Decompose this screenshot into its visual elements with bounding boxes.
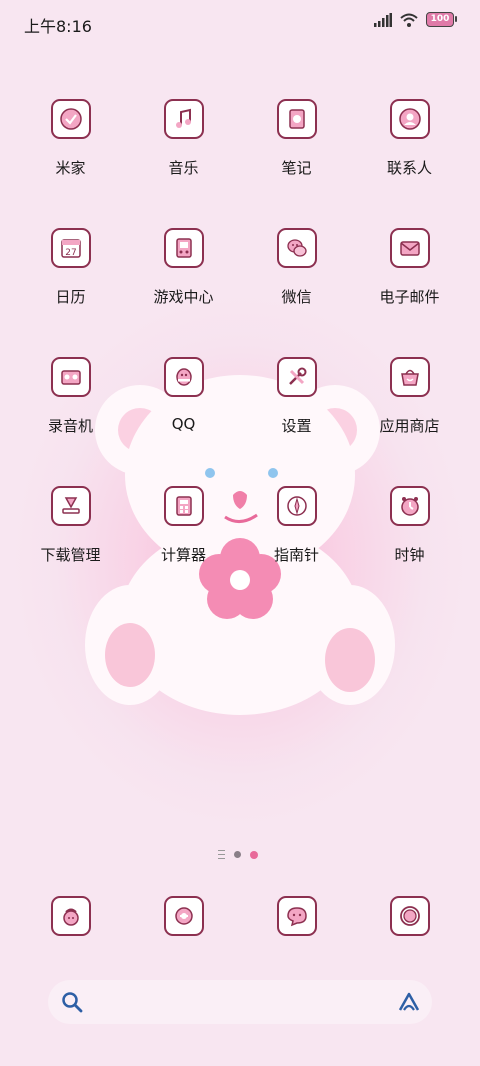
- app-label: 指南针: [273, 546, 319, 564]
- search-bar[interactable]: [48, 980, 432, 1024]
- app-row: 27 日历 游戏中心 微信 电子邮件: [0, 225, 480, 354]
- page-dot-current: [250, 850, 258, 859]
- drawer-indicator-icon: [218, 850, 225, 859]
- phone-icon[interactable]: [50, 896, 91, 936]
- signal-icon: [374, 12, 392, 27]
- app-qq[interactable]: QQ: [127, 354, 240, 483]
- download-manager-icon: [50, 486, 91, 526]
- app-label: 微信: [281, 288, 312, 306]
- app-label: 电子邮件: [379, 288, 440, 306]
- app-label: 联系人: [386, 159, 432, 177]
- app-grid: 米家 音乐 笔记 联系人 27 日历 游戏中心 微信 电子邮件 录音机 QQ 设…: [0, 96, 480, 612]
- camera-icon[interactable]: [389, 896, 430, 936]
- app-music[interactable]: 音乐: [127, 96, 240, 225]
- clock-icon: [389, 486, 430, 526]
- app-calendar[interactable]: 27 日历: [14, 225, 127, 354]
- dock: [0, 896, 480, 936]
- status-bar: 上午8:16 100: [0, 0, 480, 46]
- wifi-icon: [400, 13, 418, 27]
- app-wechat[interactable]: 微信: [240, 225, 353, 354]
- app-row: 米家 音乐 笔记 联系人: [0, 96, 480, 225]
- app-calculator[interactable]: 计算器: [127, 483, 240, 612]
- app-label: 应用商店: [379, 417, 440, 435]
- app-label: 音乐: [168, 159, 199, 177]
- app-contacts[interactable]: 联系人: [353, 96, 466, 225]
- app-settings[interactable]: 设置: [240, 354, 353, 483]
- assistant-icon[interactable]: [396, 990, 422, 1014]
- messages-icon[interactable]: [163, 896, 204, 936]
- battery-icon: 100: [426, 12, 457, 27]
- page-indicator[interactable]: [218, 850, 258, 859]
- app-label: 米家: [55, 159, 86, 177]
- qq-icon: [163, 357, 204, 397]
- app-notes[interactable]: 笔记: [240, 96, 353, 225]
- notes-icon: [276, 99, 317, 139]
- app-game-center[interactable]: 游戏中心: [127, 225, 240, 354]
- music-icon: [163, 99, 204, 139]
- app-label: 计算器: [160, 546, 206, 564]
- recorder-icon: [50, 357, 91, 397]
- status-icons: 100: [374, 12, 457, 27]
- app-store-icon: [389, 357, 430, 397]
- settings-icon: [276, 357, 317, 397]
- app-recorder[interactable]: 录音机: [14, 354, 127, 483]
- app-mijia[interactable]: 米家: [14, 96, 127, 225]
- calendar-icon: 27: [50, 228, 91, 268]
- status-time: 上午8:16: [24, 17, 92, 36]
- app-row: 录音机 QQ 设置 应用商店: [0, 354, 480, 483]
- app-clock[interactable]: 时钟: [353, 483, 466, 612]
- app-download-manager[interactable]: 下载管理: [14, 483, 127, 612]
- search-icon[interactable]: [60, 990, 84, 1014]
- app-label: 录音机: [47, 417, 93, 435]
- app-store[interactable]: 应用商店: [353, 354, 466, 483]
- game-center-icon: [163, 228, 204, 268]
- page-dot: [234, 851, 241, 858]
- app-label: 笔记: [281, 159, 312, 177]
- app-label: 游戏中心: [153, 288, 214, 306]
- app-label: QQ: [171, 415, 196, 433]
- contacts-icon: [389, 99, 430, 139]
- svg-text:27: 27: [65, 248, 76, 258]
- app-label: 时钟: [394, 546, 425, 564]
- compass-icon: [276, 486, 317, 526]
- calculator-icon: [163, 486, 204, 526]
- app-label: 下载管理: [40, 546, 101, 564]
- app-compass[interactable]: 指南针: [240, 483, 353, 612]
- wechat-icon: [276, 228, 317, 268]
- mijia-icon: [50, 99, 91, 139]
- app-label: 设置: [281, 417, 312, 435]
- browser-icon[interactable]: [276, 896, 317, 936]
- app-row: 下载管理 计算器 指南针 时钟: [0, 483, 480, 612]
- app-label: 日历: [55, 288, 86, 306]
- email-icon: [389, 228, 430, 268]
- app-email[interactable]: 电子邮件: [353, 225, 466, 354]
